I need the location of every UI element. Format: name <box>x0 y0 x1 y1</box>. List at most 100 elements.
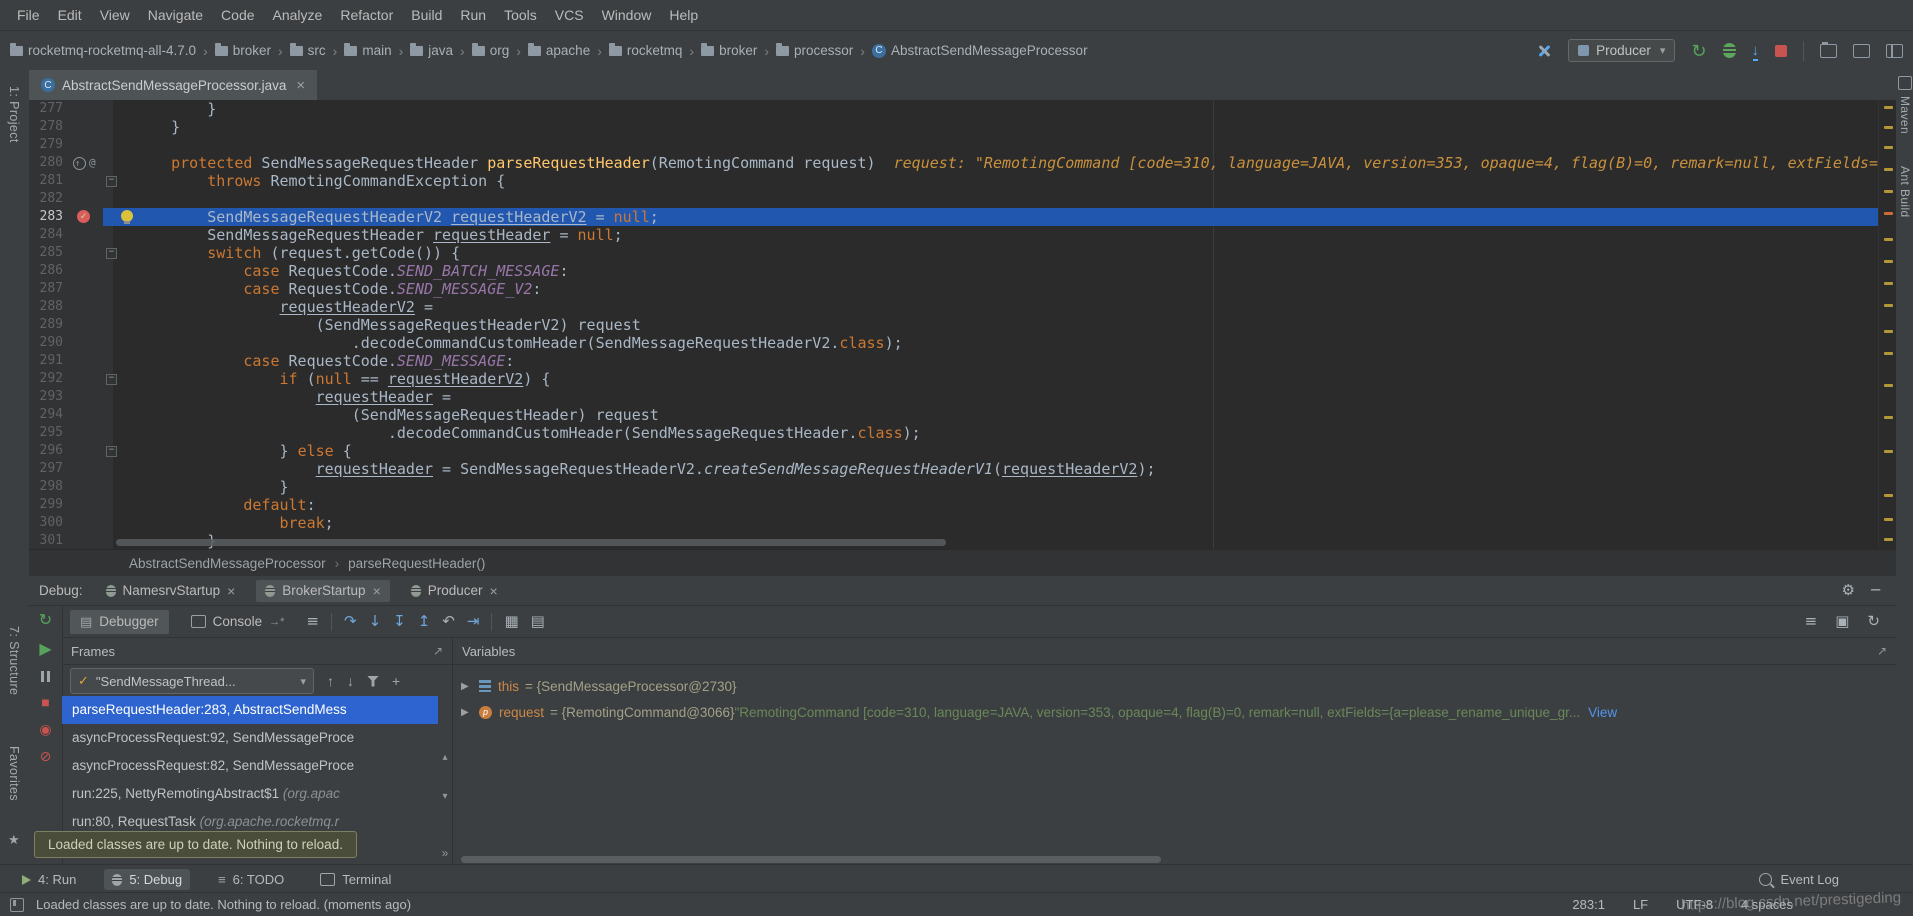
fold-strip[interactable] <box>103 334 119 352</box>
horizontal-scrollbar[interactable] <box>116 539 946 546</box>
run-to-cursor-icon[interactable]: ⇥ <box>467 614 480 629</box>
breadcrumb-item[interactable]: processor <box>776 43 853 58</box>
run-config-selector[interactable]: Producer ▾ <box>1568 39 1675 62</box>
close-icon[interactable]: × <box>296 77 305 94</box>
tab-debugger[interactable]: ▤ Debugger <box>70 610 169 634</box>
fold-strip[interactable]: − <box>103 370 119 388</box>
menu-item-run[interactable]: Run <box>451 3 495 27</box>
gutter-icons[interactable] <box>69 460 103 478</box>
expand-icon[interactable]: ▶ <box>461 707 477 718</box>
gutter-icons[interactable]: ✓ <box>69 208 103 226</box>
breadcrumb-item[interactable]: parseRequestHeader() <box>348 556 485 571</box>
gutter-icons[interactable] <box>69 532 103 549</box>
resume-icon[interactable]: ▶ <box>39 642 51 658</box>
breakpoint-icon[interactable]: ✓ <box>77 210 90 223</box>
maven-icon[interactable] <box>1898 76 1912 90</box>
gutter-icons[interactable] <box>69 136 103 154</box>
pin-icon[interactable]: ↗ <box>1877 644 1887 658</box>
memory-view-icon[interactable]: ▤ <box>531 614 545 629</box>
error-stripe-mark[interactable] <box>1884 416 1893 419</box>
step-into-icon[interactable]: ↓ <box>369 614 382 629</box>
more-icon[interactable]: » <box>442 846 449 860</box>
breadcrumb-item[interactable]: AbstractSendMessageProcessor <box>129 556 326 571</box>
gutter-icons[interactable] <box>69 496 103 514</box>
debug-session-tab-namesrvstartup[interactable]: NamesrvStartup× <box>97 580 245 602</box>
gutter-icons[interactable] <box>69 478 103 496</box>
error-stripe-mark[interactable] <box>1884 238 1893 241</box>
caret-position[interactable]: 283:1 <box>1572 897 1605 912</box>
attach-debugger-icon[interactable]: ↓ <box>1752 43 1760 58</box>
fold-strip[interactable] <box>103 118 119 136</box>
stack-frame[interactable]: run:225, NettyRemotingAbstract$1 (org.ap… <box>62 780 438 808</box>
menu-item-edit[interactable]: Edit <box>49 3 91 27</box>
next-frame-icon[interactable]: ↓ <box>347 674 354 688</box>
gutter-icons[interactable] <box>69 388 103 406</box>
gutter-icons[interactable] <box>69 172 103 190</box>
fold-strip[interactable] <box>103 424 119 442</box>
event-log-button[interactable]: Event Log <box>1759 872 1839 887</box>
step-out-icon[interactable]: ↥ <box>418 614 431 629</box>
gutter-icons[interactable] <box>69 226 103 244</box>
force-step-into-icon[interactable]: ↧ <box>393 614 406 629</box>
error-stripe-mark[interactable] <box>1884 146 1893 149</box>
close-icon[interactable]: × <box>490 583 498 599</box>
mute-breakpoints-icon[interactable]: ⊘ <box>40 749 52 763</box>
variable-row[interactable]: ▶prequest= {RemotingCommand@3066} "Remot… <box>453 699 1896 725</box>
tool-strip-maven[interactable]: Maven <box>1898 96 1912 134</box>
menu-item-analyze[interactable]: Analyze <box>264 3 332 27</box>
breadcrumb-item[interactable]: CAbstractSendMessageProcessor <box>872 43 1088 58</box>
error-stripe-mark[interactable] <box>1884 190 1893 193</box>
fold-marker-icon[interactable]: − <box>106 446 117 457</box>
gutter-icons[interactable] <box>69 262 103 280</box>
stop-icon[interactable] <box>1775 45 1787 57</box>
gutter-icons[interactable] <box>69 316 103 334</box>
error-stripe-mark[interactable] <box>1884 282 1893 285</box>
scroll-down-icon[interactable]: ▾ <box>442 791 447 802</box>
error-stripe-mark[interactable] <box>1884 494 1893 497</box>
fold-strip[interactable]: − <box>103 442 119 460</box>
error-stripe[interactable] <box>1878 100 1896 549</box>
intention-bulb-icon[interactable] <box>121 210 133 222</box>
expand-icon[interactable]: ▶ <box>461 681 477 692</box>
breadcrumb-item[interactable]: main <box>344 43 391 58</box>
override-icon[interactable] <box>73 157 86 170</box>
toolbar-folder-icon[interactable] <box>1820 44 1837 58</box>
breadcrumb-item[interactable]: src <box>290 43 326 58</box>
tool-strip-1-project[interactable]: 1: Project <box>7 86 21 143</box>
view-breakpoints-icon[interactable]: ◉ <box>39 722 51 736</box>
toolwindow-button-6-todo[interactable]: 6: TODO <box>210 869 292 890</box>
fold-strip[interactable] <box>103 280 119 298</box>
fold-strip[interactable] <box>103 100 119 118</box>
breadcrumb-item[interactable]: broker <box>215 43 271 58</box>
fold-strip[interactable] <box>103 298 119 316</box>
fold-strip[interactable] <box>103 496 119 514</box>
menu-item-refactor[interactable]: Refactor <box>331 3 402 27</box>
indent-setting[interactable]: 4 spaces <box>1741 897 1793 912</box>
gear-icon[interactable]: ⚙ <box>1842 583 1855 598</box>
favorites-star-icon[interactable]: ★ <box>8 832 20 848</box>
error-stripe-mark[interactable] <box>1884 106 1893 109</box>
debug-icon[interactable] <box>1723 43 1736 58</box>
close-icon[interactable]: × <box>227 583 235 599</box>
toolwindow-button-4-run[interactable]: 4: Run <box>14 869 84 890</box>
view-link[interactable]: View <box>1588 705 1617 720</box>
rerun-icon[interactable]: ↻ <box>39 613 52 629</box>
error-stripe-mark[interactable] <box>1884 260 1893 263</box>
gutter-icons[interactable] <box>69 370 103 388</box>
code-editor[interactable]: 277 }278 }279280@ protected SendMessageR… <box>29 100 1896 549</box>
add-icon[interactable]: + <box>392 674 400 688</box>
gutter-icons[interactable] <box>69 118 103 136</box>
editor-tab[interactable]: C AbstractSendMessageProcessor.java × <box>29 70 317 100</box>
fold-strip[interactable] <box>103 262 119 280</box>
error-stripe-mark[interactable] <box>1884 168 1893 171</box>
fold-strip[interactable] <box>103 154 119 172</box>
error-stripe-mark[interactable] <box>1884 450 1893 453</box>
tool-strip-favorites[interactable]: Favorites <box>7 746 21 801</box>
line-ending[interactable]: LF <box>1633 897 1648 912</box>
fold-strip[interactable]: − <box>103 244 119 262</box>
error-stripe-mark[interactable] <box>1884 384 1893 387</box>
rerun-icon[interactable]: ↻ <box>1691 42 1706 60</box>
encoding[interactable]: UTF-8 <box>1676 897 1713 912</box>
horizontal-scrollbar[interactable] <box>461 856 1161 863</box>
breadcrumb-item[interactable]: org <box>472 43 510 58</box>
